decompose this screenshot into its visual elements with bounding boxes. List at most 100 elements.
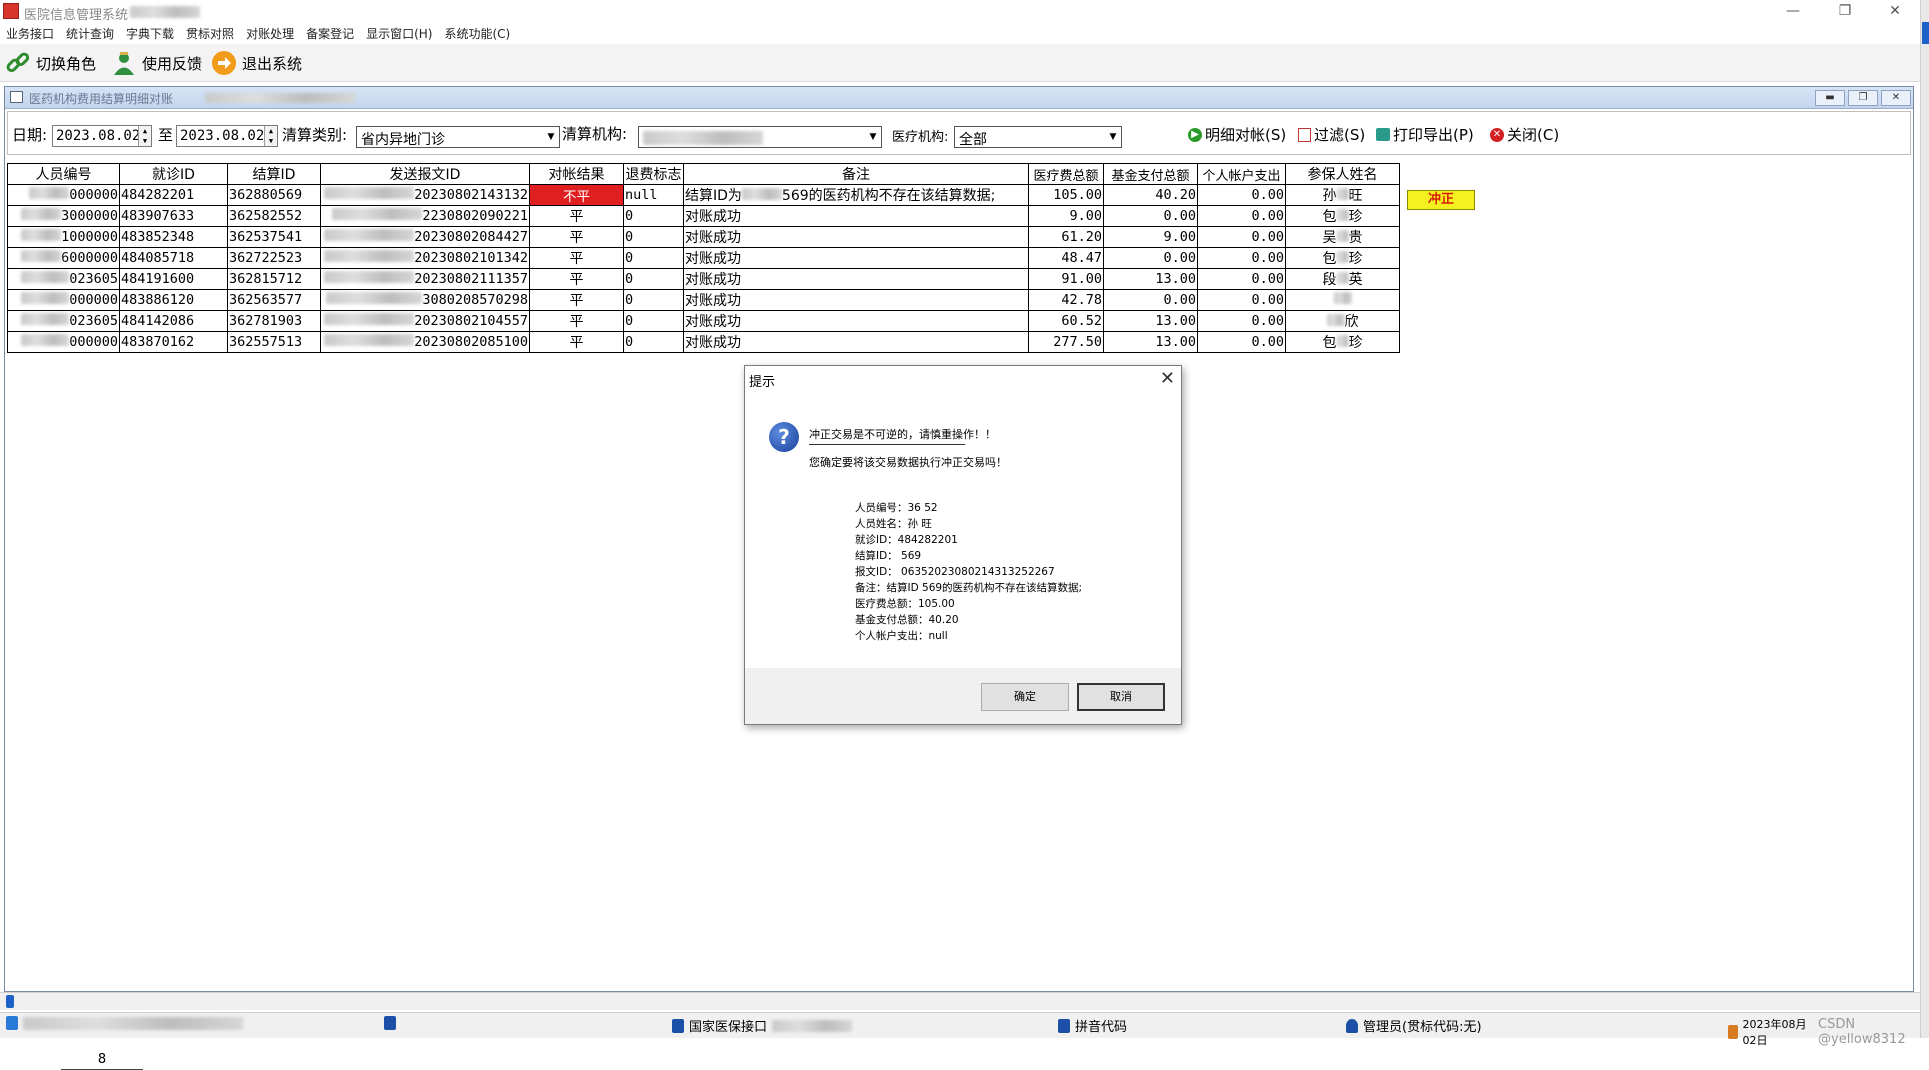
date-from-spinner[interactable]: ▲ ▼ xyxy=(138,126,151,146)
info-icon xyxy=(1058,1018,1070,1033)
person-id-cell: 000000 xyxy=(7,331,120,353)
menu-business[interactable]: 业务接口 xyxy=(0,24,60,44)
col-account[interactable]: 个人帐户支出 xyxy=(1197,163,1286,185)
med-org-value: 全部 xyxy=(959,132,987,148)
note-cell: 对账成功 xyxy=(683,289,1029,311)
status-home[interactable] xyxy=(384,1016,396,1030)
detail-reconcile-button[interactable]: ▶ 明细对帐(S) xyxy=(1188,124,1286,145)
restore-button[interactable]: ❐ xyxy=(1822,0,1868,24)
account-cell: 0.00 xyxy=(1197,205,1286,227)
col-person-id[interactable]: 人员编号 xyxy=(7,163,120,185)
col-result[interactable]: 对帐结果 xyxy=(529,163,624,185)
menu-stats[interactable]: 统计查询 xyxy=(60,24,120,44)
table-row[interactable]: 3000000 483907633 362582552 223080209022… xyxy=(7,205,1400,227)
national-interface-label: 国家医保接口 xyxy=(689,1020,768,1035)
menu-register[interactable]: 备案登记 xyxy=(300,24,360,44)
name-last: 欣 xyxy=(1344,314,1359,330)
refund-cell: 0 xyxy=(623,226,684,248)
name-first: 吴 xyxy=(1322,230,1337,246)
redacted-block xyxy=(1336,230,1349,242)
menu-dict[interactable]: 字典下载 xyxy=(120,24,180,44)
chevron-down-icon: ▼ xyxy=(1109,132,1117,142)
table-row[interactable]: 023605 484191600 362815712 2023080211135… xyxy=(7,268,1400,290)
table-row[interactable]: 000000 484282201 362880569 2023080214313… xyxy=(7,184,1400,206)
filter-icon xyxy=(1298,127,1311,142)
total-cell: 42.78 xyxy=(1028,289,1104,311)
clear-type-select[interactable]: 省内异地门诊 ▼ xyxy=(356,126,560,148)
col-name[interactable]: 参保人姓名 xyxy=(1285,163,1400,185)
msg-id-cell: 3080208570298 xyxy=(320,289,530,311)
toolbar: 切换角色 使用反馈 退出系统 xyxy=(0,44,1920,82)
name-cell: 段英 xyxy=(1285,268,1400,290)
child-close-button[interactable]: ✕ xyxy=(1881,90,1911,106)
filter-button[interactable]: 过滤(S) xyxy=(1298,124,1365,145)
date-label: 日期: xyxy=(12,126,48,144)
detail-total: 医疗费总额：105.00 xyxy=(855,598,955,610)
name-first: 段 xyxy=(1322,272,1337,288)
col-settle-id[interactable]: 结算ID xyxy=(227,163,321,185)
dialog-titlebar: 提示 ✕ xyxy=(745,366,1181,392)
table-row[interactable]: 000000 483886120 362563577 3080208570298… xyxy=(7,289,1400,311)
close-icon: ✕ xyxy=(1490,127,1504,142)
name-cell xyxy=(1285,289,1400,311)
print-export-button[interactable]: 打印导出(P) xyxy=(1376,124,1474,145)
redacted-block xyxy=(1336,209,1349,221)
settle-id-cell: 362722523 xyxy=(227,247,321,269)
col-refund[interactable]: 退费标志 xyxy=(623,163,684,185)
table-row[interactable]: 6000000 484085718 362722523 202308021013… xyxy=(7,247,1400,269)
redacted-block xyxy=(1336,272,1349,284)
table-row[interactable]: 1000000 483852348 362537541 202308020844… xyxy=(7,226,1400,248)
settle-id-cell: 362781903 xyxy=(227,310,321,332)
refund-cell: 0 xyxy=(623,310,684,332)
date-to-spinner[interactable]: ▲ ▼ xyxy=(264,126,277,146)
note-cell: 对账成功 xyxy=(683,310,1029,332)
menu-reconcile[interactable]: 对账处理 xyxy=(240,24,300,44)
pinyin-label: 拼音代码 xyxy=(1075,1020,1128,1035)
msg-id-suffix: 20230802104557 xyxy=(414,313,528,329)
col-note[interactable]: 备注 xyxy=(683,163,1029,185)
table-header-row: 人员编号 就诊ID 结算ID 发送报文ID 对帐结果 退费标志 备注 医疗费总额… xyxy=(7,163,1400,185)
close-button[interactable]: ✕ 关闭(C) xyxy=(1490,124,1559,145)
close-window-button[interactable]: ✕ xyxy=(1872,0,1918,24)
name-last: 英 xyxy=(1348,272,1363,288)
total-cell: 277.50 xyxy=(1028,331,1104,353)
detail-reconcile-label: 明细对帐(S) xyxy=(1205,126,1287,144)
refund-cell: 0 xyxy=(623,331,684,353)
table-row[interactable]: 000000 483870162 362557513 2023080208510… xyxy=(7,331,1400,353)
refund-cell: 0 xyxy=(623,289,684,311)
note-cell: 对账成功 xyxy=(683,205,1029,227)
clear-org-select[interactable]: ▼ xyxy=(638,126,882,148)
date-to-input[interactable]: 2023.08.02 ▲ ▼ xyxy=(176,125,278,147)
dialog-divider xyxy=(809,444,965,445)
col-visit-id[interactable]: 就诊ID xyxy=(119,163,228,185)
msg-id-cell: 2230802090221 xyxy=(320,205,530,227)
ok-button[interactable]: 确定 xyxy=(981,683,1069,711)
menu-mapping[interactable]: 贯标对照 xyxy=(180,24,240,44)
visit-id-cell: 484085718 xyxy=(119,247,228,269)
dialog-close-button[interactable]: ✕ xyxy=(1160,368,1175,389)
table-row[interactable]: 023605 484142086 362781903 2023080210455… xyxy=(7,310,1400,332)
person-id-cell: 000000 xyxy=(7,289,120,311)
person-id-suffix: 000000 xyxy=(69,334,118,350)
switch-role-button[interactable]: 切换角色 xyxy=(4,48,96,78)
cancel-button[interactable]: 取消 xyxy=(1077,683,1165,711)
redacted-block xyxy=(1336,251,1349,263)
child-restore-button[interactable]: ❐ xyxy=(1848,90,1878,106)
fund-cell: 40.20 xyxy=(1103,184,1198,206)
menu-window[interactable]: 显示窗口(H) xyxy=(360,24,438,44)
menu-system[interactable]: 系统功能(C) xyxy=(438,24,516,44)
med-org-label: 医疗机构: xyxy=(892,130,949,145)
minimize-button[interactable]: — xyxy=(1770,0,1816,24)
feedback-button[interactable]: 使用反馈 xyxy=(110,48,202,78)
col-msg-id[interactable]: 发送报文ID xyxy=(320,163,530,185)
col-total[interactable]: 医疗费总额 xyxy=(1028,163,1104,185)
exit-system-button[interactable]: 退出系统 xyxy=(210,48,302,78)
col-fund[interactable]: 基金支付总额 xyxy=(1103,163,1198,185)
fund-cell: 13.00 xyxy=(1103,310,1198,332)
account-cell: 0.00 xyxy=(1197,247,1286,269)
date-from-input[interactable]: 2023.08.02 ▲ ▼ xyxy=(52,125,152,147)
child-minimize-button[interactable]: ▬ xyxy=(1815,90,1845,106)
med-org-select[interactable]: 全部 ▼ xyxy=(954,126,1122,148)
status-bar: 国家医保接口 拼音代码 管理员(贯标代码:无) 2023年08月02日 CSDN… xyxy=(0,1012,1920,1047)
reverse-transaction-button[interactable]: 冲正 xyxy=(1407,190,1475,210)
